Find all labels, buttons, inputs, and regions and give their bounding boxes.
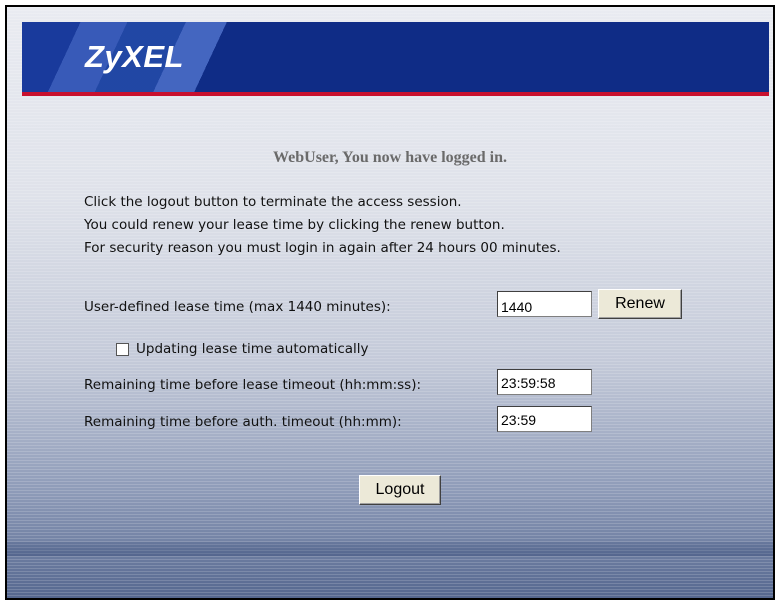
auto-update-checkbox[interactable] bbox=[116, 343, 129, 356]
auto-update-label: Updating lease time automatically bbox=[136, 341, 369, 357]
lease-time-label: User-defined lease time (max 1440 minute… bbox=[84, 299, 391, 315]
renew-button[interactable]: Renew bbox=[598, 289, 682, 319]
lease-time-input[interactable] bbox=[497, 291, 592, 317]
footer-band bbox=[7, 542, 773, 556]
remaining-auth-label: Remaining time before auth. timeout (hh:… bbox=[84, 414, 402, 430]
login-status-window: ZyXEL WebUser, You now have logged in. C… bbox=[5, 5, 775, 600]
info-line-logout: Click the logout button to terminate the… bbox=[84, 194, 462, 210]
remaining-auth-value: 23:59 bbox=[497, 406, 592, 432]
remaining-lease-label: Remaining time before lease timeout (hh:… bbox=[84, 377, 422, 393]
logout-button[interactable]: Logout bbox=[359, 475, 441, 505]
remaining-lease-value: 23:59:58 bbox=[497, 369, 592, 395]
zyxel-logo: ZyXEL bbox=[85, 39, 184, 74]
info-line-renew: You could renew your lease time by click… bbox=[84, 217, 505, 233]
page-title: WebUser, You now have logged in. bbox=[273, 149, 507, 166]
info-line-security: For security reason you must login in ag… bbox=[84, 240, 561, 256]
header-banner: ZyXEL bbox=[22, 22, 769, 96]
banner-stripe bbox=[22, 92, 769, 96]
